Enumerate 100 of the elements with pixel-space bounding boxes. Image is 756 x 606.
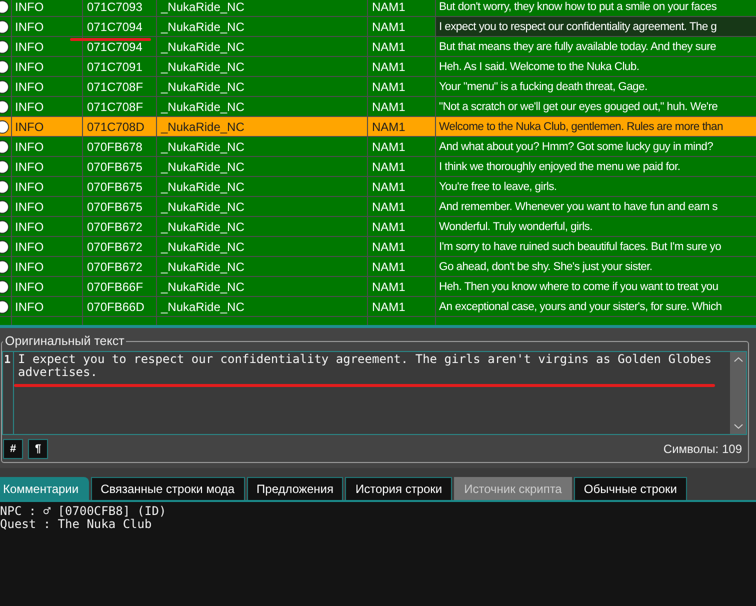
- table-row[interactable]: INFO 070FB675 _NukaRide_NC NAM1 You're free to leave, girls.: [0, 177, 756, 197]
- table-cell: INFO: [12, 297, 83, 316]
- table-cell: 071C7093: [83, 0, 157, 16]
- tab[interactable]: Обычные строки: [574, 477, 687, 500]
- table-cell-text: "Not a scratch or we'll get our eyes gouged out," huh. We're: [438, 100, 719, 114]
- text-editor[interactable]: 1 I expect you to respect our confidentiality agreement. The girls aren't virgins as Golden Globes advertises.: [2, 351, 747, 435]
- table-row[interactable]: INFO 070FB675 _NukaRide_NC NAM1 And remember. Whenever you want to have fun and earn s: [0, 197, 756, 217]
- tab[interactable]: Комментарии: [0, 477, 89, 500]
- table-cell-text: Your "menu" is a fucking death threat, Gage.: [438, 80, 648, 94]
- table-cell: _NukaRide_NC: [157, 97, 368, 116]
- table-cell: NAM1: [368, 77, 436, 96]
- table-cell: 070FB675: [83, 197, 157, 216]
- table-cell: _NukaRide_NC: [157, 197, 368, 216]
- table-row[interactable]: INFO 071C708D _NukaRide_NC NAM1 Welcome to the Nuka Club, gentlemen. Rules are more than: [0, 117, 756, 137]
- table-cell-text: I think we thoroughly enjoyed the menu we paid for.: [438, 160, 682, 174]
- table-cell: INFO: [12, 257, 83, 276]
- table-cell: _NukaRide_NC: [157, 37, 368, 56]
- tab[interactable]: Предложения: [246, 477, 344, 500]
- table-cell-text: I'm sorry to have ruined such beautiful faces. But I'm sure yo: [438, 240, 722, 254]
- table-cell: _NukaRide_NC: [157, 157, 368, 176]
- scrollbar[interactable]: [730, 352, 746, 434]
- table-row[interactable]: INFO 070FB678 _NukaRide_NC NAM1 And what about you? Hmm? Got some lucky guy in mind?: [0, 137, 756, 157]
- table-cell: NAM1: [368, 37, 436, 56]
- table-cell: 070FB675: [83, 157, 157, 176]
- table-cell: NAM1: [368, 0, 436, 16]
- table-cell: INFO: [12, 217, 83, 236]
- table-cell: 070FB678: [83, 137, 157, 156]
- character-count: Символы: 109: [663, 442, 743, 456]
- table-cell: _NukaRide_NC: [157, 117, 368, 136]
- table-cell: 070FB66D: [83, 297, 157, 316]
- table-cell: _NukaRide_NC: [157, 237, 368, 256]
- table-cell: _NukaRide_NC: [157, 257, 368, 276]
- group-title: Оригинальный текст: [4, 334, 126, 349]
- table-cell: NAM1: [368, 197, 436, 216]
- table-cell: INFO: [12, 57, 83, 76]
- table-cell: 070FB672: [83, 257, 157, 276]
- table-cell: NAM1: [368, 157, 436, 176]
- table-cell: NAM1: [368, 257, 436, 276]
- table-cell: 071C7091: [83, 57, 157, 76]
- tab[interactable]: Связанные строки мода: [90, 477, 245, 500]
- table-row[interactable]: INFO 070FB675 _NukaRide_NC NAM1 I think we thoroughly enjoyed the menu we paid for.: [0, 157, 756, 177]
- table-cell: INFO: [12, 37, 83, 56]
- table-cell: NAM1: [368, 177, 436, 196]
- table-row[interactable]: INFO 070FB672 _NukaRide_NC NAM1 Wonderful. Truly wonderful, girls.: [0, 217, 756, 237]
- table-cell: INFO: [12, 17, 83, 36]
- table-cell-text: And what about you? Hmm? Got some lucky guy in mind?: [438, 140, 714, 154]
- table-cell: 070FB66F: [83, 277, 157, 296]
- table-row[interactable]: INFO 071C708F _NukaRide_NC NAM1 "Not a scratch or we'll get our eyes gouged out," huh. We're: [0, 97, 756, 117]
- table-cell: 070FB675: [83, 177, 157, 196]
- table-cell: INFO: [12, 277, 83, 296]
- table-row[interactable]: INFO 070FB66F _NukaRide_NC NAM1 Heh. Then you know where to come if you want to treat you: [0, 277, 756, 297]
- table-row[interactable]: INFO 070FB66D _NukaRide_NC NAM1 An exceptional case, yours and your sister's, for sure. Which: [0, 297, 756, 317]
- toggle-button[interactable]: ¶: [28, 438, 48, 458]
- table-cell: 071C7094: [83, 17, 157, 36]
- table-cell: _NukaRide_NC: [157, 297, 368, 316]
- chevron-up-icon[interactable]: [734, 357, 742, 362]
- table-cell-text: But don't worry, they know how to put a smile on your faces: [438, 0, 718, 14]
- table-cell: 071C708F: [83, 97, 157, 116]
- table-cell: INFO: [12, 97, 83, 116]
- table-cell-text: You're free to leave, girls.: [438, 180, 558, 194]
- table-cell: 071C708D: [83, 117, 157, 136]
- table-cell: INFO: [12, 237, 83, 256]
- editor-text: I expect you to respect our confidentiality agreement. The girls aren't virgins as Golden Globes advertises.: [17, 352, 713, 381]
- table-row[interactable]: INFO 071C7091 _NukaRide_NC NAM1 Heh. As I said. Welcome to the Nuka Club.: [0, 57, 756, 77]
- table-cell: INFO: [12, 117, 83, 136]
- table-cell: 071C708F: [83, 77, 157, 96]
- table-cell: 070FB672: [83, 217, 157, 236]
- table-cell: INFO: [12, 137, 83, 156]
- toggle-button[interactable]: #: [3, 438, 23, 458]
- table-row[interactable]: INFO 071C708F _NukaRide_NC NAM1 Your "menu" is a fucking death threat, Gage.: [0, 77, 756, 97]
- tab[interactable]: История строки: [345, 477, 452, 500]
- table-cell-text: Heh. As I said. Welcome to the Nuka Club.: [438, 60, 640, 74]
- table-cell: INFO: [12, 157, 83, 176]
- table-cell: NAM1: [368, 57, 436, 76]
- table-cell: NAM1: [368, 137, 436, 156]
- table-cell: NAM1: [368, 97, 436, 116]
- table-row[interactable]: INFO 071C7093 _NukaRide_NC NAM1 But don't worry, they know how to put a smile on your faces: [0, 0, 756, 17]
- table-cell: _NukaRide_NC: [157, 0, 368, 16]
- table-cell: _NukaRide_NC: [157, 277, 368, 296]
- table-cell: _NukaRide_NC: [157, 217, 368, 236]
- table-row[interactable]: INFO 070FB672 _NukaRide_NC NAM1 Go ahead, don't be shy. She's just your sister.: [0, 257, 756, 277]
- chevron-down-icon[interactable]: [734, 424, 742, 429]
- table-cell: INFO: [12, 0, 83, 16]
- table-cell: INFO: [12, 77, 83, 96]
- table-cell-text: Welcome to the Nuka Club, gentlemen. Rules are more than: [438, 120, 724, 134]
- table-cell: _NukaRide_NC: [157, 177, 368, 196]
- table-cell-text: An exceptional case, yours and your sister's, for sure. Which: [438, 300, 723, 314]
- table-row[interactable]: INFO 070FB672 _NukaRide_NC NAM1 I'm sorry to have ruined such beautiful faces. But I'm sure yo: [0, 237, 756, 257]
- table-cell: _NukaRide_NC: [157, 57, 368, 76]
- table-cell: NAM1: [368, 217, 436, 236]
- table-cell-text: Go ahead, don't be shy. She's just your sister.: [438, 260, 654, 274]
- table-cell: NAM1: [368, 237, 436, 256]
- table-cell: NAM1: [368, 297, 436, 316]
- table-cell-text: Heh. Then you know where to come if you want to treat you: [438, 280, 720, 294]
- line-number: 1: [3, 353, 12, 366]
- table-cell: NAM1: [368, 117, 436, 136]
- table-cell: _NukaRide_NC: [157, 77, 368, 96]
- table-cell-text: And remember. Whenever you want to have fun and earn s: [438, 200, 718, 214]
- table-row[interactable]: INFO 071C7094 _NukaRide_NC NAM1 But that means they are fully available today. And they sure: [0, 37, 756, 57]
- table-cell: INFO: [12, 177, 83, 196]
